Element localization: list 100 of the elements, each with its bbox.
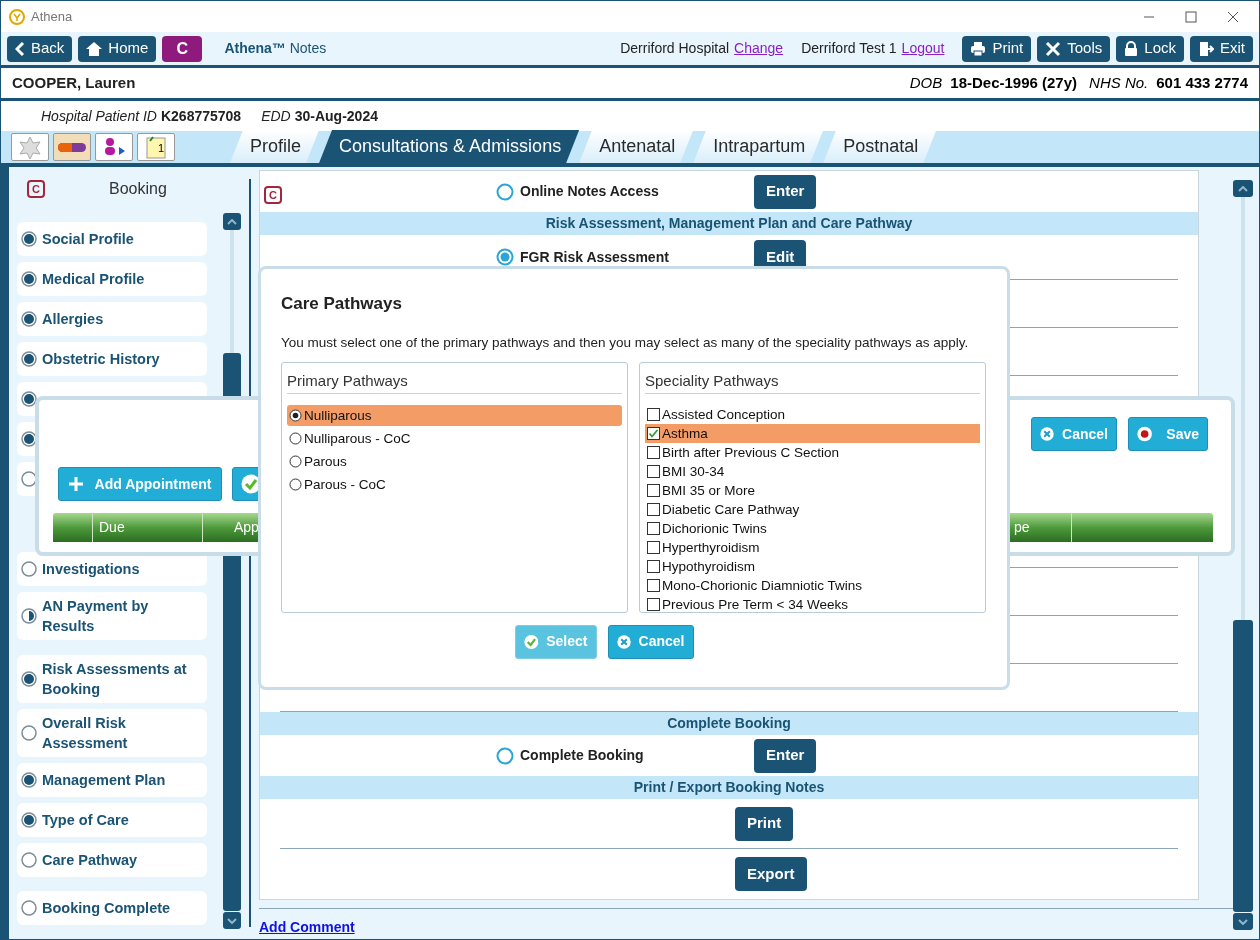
sidebar-item[interactable]: Management Plan	[17, 763, 207, 797]
pill-tool-button[interactable]	[53, 133, 91, 161]
app-name: Athena™ Notes	[224, 39, 327, 58]
puzzle-tool-button[interactable]	[11, 133, 49, 161]
action-button[interactable]: Export	[735, 857, 807, 891]
scroll-thumb[interactable]	[1233, 620, 1253, 912]
logout-link[interactable]: Logout	[901, 38, 945, 59]
pathway-checkbox-item[interactable]: Assisted Conception	[645, 405, 980, 425]
notepad-tool-button[interactable]: 1	[137, 133, 175, 161]
checkbox[interactable]	[647, 446, 660, 460]
chevron-left-icon	[15, 41, 25, 56]
change-link[interactable]: Change	[734, 38, 784, 59]
chevron-up-icon	[1238, 185, 1248, 192]
action-button[interactable]: Print	[735, 806, 794, 841]
radio-button[interactable]	[289, 455, 302, 469]
pathway-radio-item[interactable]: Nulliparous	[287, 405, 622, 427]
pathway-radio-item[interactable]: Parous - CoC	[287, 474, 622, 496]
tab[interactable]: Consultations & Admissions	[319, 130, 580, 163]
sidebar-item[interactable]: Medical Profile	[17, 262, 207, 296]
action-button[interactable]: Enter	[754, 738, 817, 773]
app-logo-icon	[9, 8, 25, 25]
pathway-checkbox-item[interactable]: Birth after Previous C Section	[645, 443, 980, 463]
edd-value: 30-Aug-2024	[294, 106, 378, 126]
scroll-up-button[interactable]	[223, 213, 241, 230]
sidebar-item[interactable]: Allergies	[17, 302, 207, 336]
pathway-checkbox-item[interactable]: Dichorionic Twins	[645, 519, 980, 539]
checkbox[interactable]	[647, 408, 660, 422]
radio-button[interactable]	[496, 746, 514, 765]
back-button[interactable]: Back	[7, 35, 73, 62]
action-button[interactable]: Enter	[754, 174, 817, 209]
sidebar-item[interactable]: Care Pathway	[17, 843, 207, 877]
dialog-instruction: You must select one of the primary pathways and then you may select as many of the speciality pathways as apply.	[281, 333, 970, 352]
sidebar-item[interactable]: Booking Complete	[17, 891, 207, 925]
tools-button[interactable]: Tools	[1037, 35, 1111, 62]
pathway-checkbox-item[interactable]: Hypothyroidism	[645, 557, 980, 577]
section-header: Risk Assessment, Management Plan and Care Pathway	[260, 212, 1198, 235]
sidebar-item[interactable]: Overall Risk Assessment	[17, 709, 207, 757]
pathway-checkbox-item[interactable]: Diabetic Care Pathway	[645, 500, 980, 520]
patient-name: COOPER, Lauren	[12, 72, 136, 93]
pathway-radio-item[interactable]: Nulliparous - CoC	[287, 428, 622, 450]
chevron-down-icon	[1238, 918, 1248, 925]
scroll-up-button[interactable]	[1233, 180, 1253, 197]
checkbox[interactable]	[647, 579, 660, 593]
hospital-name: Derriford Hospital	[620, 39, 730, 58]
checkbox[interactable]	[647, 503, 660, 517]
pathway-checkbox-item[interactable]: Mono-Chorionic Diamniotic Twins	[645, 576, 980, 596]
checkbox[interactable]	[647, 427, 660, 441]
plus-icon	[68, 477, 83, 491]
sidebar-item[interactable]: Investigations	[17, 552, 207, 586]
section-header: Print / Export Booking Notes	[260, 776, 1198, 799]
c-button[interactable]: C	[162, 35, 203, 62]
checkbox[interactable]	[647, 541, 660, 555]
pathway-checkbox-item[interactable]: Asthma	[645, 424, 980, 444]
maximize-icon[interactable]	[1185, 10, 1197, 23]
close-icon[interactable]	[1227, 10, 1239, 23]
pathway-checkbox-item[interactable]: BMI 35 or More	[645, 481, 980, 501]
pathway-checkbox-item[interactable]: BMI 30-34	[645, 462, 980, 482]
scroll-down-button[interactable]	[1233, 913, 1253, 930]
c-badge: C	[264, 186, 282, 204]
sidebar-item[interactable]: Social Profile	[17, 222, 207, 256]
exit-door-icon	[1198, 40, 1214, 57]
checkbox[interactable]	[647, 522, 660, 536]
home-button[interactable]: Home	[78, 35, 157, 62]
exit-button[interactable]: Exit	[1190, 35, 1253, 62]
pathway-checkbox-item[interactable]: Previous Pre Term < 34 Weeks	[645, 595, 980, 615]
tab[interactable]: Intrapartum	[693, 130, 824, 163]
checkbox[interactable]	[647, 465, 660, 479]
group-title: Speciality Pathways	[645, 369, 980, 395]
radio-button[interactable]	[289, 432, 302, 446]
sidebar-title: Booking	[109, 179, 167, 199]
item-label: Online Notes Access	[520, 182, 659, 201]
radio-button[interactable]	[496, 182, 514, 201]
record-icon	[1137, 424, 1153, 444]
sidebar-item[interactable]: Risk Assessments at Booking	[17, 655, 207, 703]
add-comment-link[interactable]: Add Comment	[259, 919, 355, 935]
tab[interactable]: Profile	[230, 130, 320, 163]
dob-label: DOB	[909, 72, 943, 93]
pathway-radio-item[interactable]: Parous	[287, 451, 622, 473]
pathway-checkbox-item[interactable]: Hyperthyroidism	[645, 538, 980, 558]
tab[interactable]: Antenatal	[579, 130, 694, 163]
lock-button[interactable]: Lock	[1116, 35, 1184, 62]
sidebar-item[interactable]: Obstetric History	[17, 342, 207, 376]
sidebar-item[interactable]: AN Payment by Results	[17, 592, 207, 640]
printer-icon	[970, 40, 987, 57]
checkbox[interactable]	[647, 560, 660, 574]
tab[interactable]: Postnatal	[823, 130, 937, 163]
group-title: Primary Pathways	[287, 369, 622, 395]
user-name: Derriford Test 1	[801, 39, 897, 58]
radio-button[interactable]	[496, 248, 514, 266]
sidebar-item[interactable]: Type of Care	[17, 803, 207, 837]
person-tool-button[interactable]	[95, 133, 133, 161]
checkbox[interactable]	[647, 598, 660, 612]
item-label: FGR Risk Assessment	[520, 247, 669, 267]
print-button[interactable]: Print	[962, 35, 1032, 62]
radio-button[interactable]	[289, 409, 302, 423]
radio-button[interactable]	[289, 478, 302, 492]
nhs-value: 601 433 2774	[1156, 72, 1248, 93]
checkbox[interactable]	[647, 484, 660, 498]
edd-label: EDD	[261, 106, 291, 126]
scroll-down-button[interactable]	[223, 912, 241, 929]
